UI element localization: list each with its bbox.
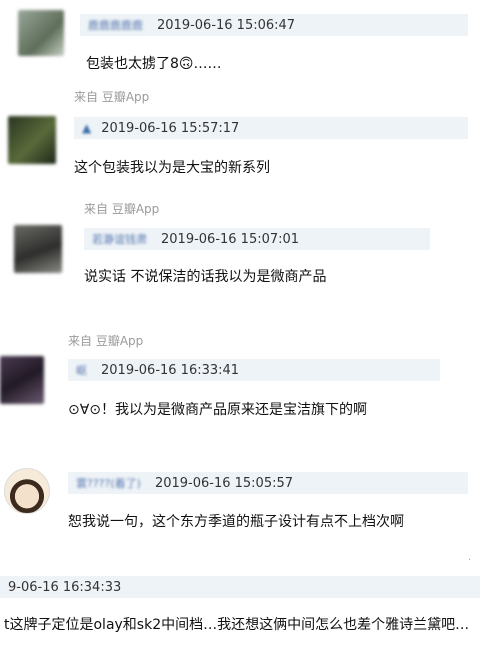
comment-timestamp: 9-06-16 16:34:33: [8, 579, 122, 595]
source-label: 来自 豆瓣App: [68, 334, 144, 348]
comment-text: 包装也太掳了8🙃……: [86, 56, 222, 72]
comment-text: 这个包装我以为是大宝的新系列: [74, 160, 270, 176]
comment-meta-bar: 若瀞谊钱肃 2019-06-16 15:07:01: [84, 228, 430, 250]
comment-timestamp: 2019-06-16 15:07:01: [161, 231, 300, 247]
comment-meta-bar: ▲ 2019-06-16 15:57:17: [74, 117, 468, 139]
comment-meta-bar: 鹿鹿鹿鹿鹿 2019-06-16 15:06:47: [80, 14, 468, 36]
comment-text: ⊙∀⊙！我以为是微商产品原来还是宝洁旗下的啊: [68, 402, 368, 418]
user-avatar[interactable]: [0, 356, 44, 404]
source-label: 来自 豆瓣App: [84, 202, 160, 216]
user-avatar[interactable]: [14, 225, 62, 273]
comment-meta-bar: 9-06-16 16:34:33: [0, 576, 480, 598]
username-link[interactable]: 岖: [76, 362, 87, 378]
username-link[interactable]: 鹿鹿鹿鹿鹿: [88, 17, 143, 33]
username-link[interactable]: 若瀞谊钱肃: [92, 231, 147, 247]
comment-timestamp: 2019-06-16 15:05:57: [154, 475, 294, 491]
comment-text: 恕我说一句，这个东方季道的瓶子设计有点不上档次啊: [68, 514, 404, 530]
user-avatar[interactable]: [4, 468, 50, 514]
comment-meta-bar: 岖 2019-06-16 16:33:41: [68, 359, 440, 381]
user-avatar[interactable]: [18, 10, 64, 56]
comment-timestamp: 2019-06-16 16:33:41: [101, 362, 240, 378]
comment-timestamp: 2019-06-16 15:57:17: [101, 120, 240, 136]
comment-timestamp: 2019-06-16 15:06:47: [157, 17, 296, 33]
corner-mark: .: [468, 552, 472, 563]
user-avatar[interactable]: [8, 116, 56, 164]
source-label: 来自 豆瓣App: [74, 90, 150, 104]
username-link[interactable]: 寰????(着了): [76, 475, 141, 491]
comment-meta-bar: 寰????(着了) 2019-06-16 15:05:57: [68, 472, 468, 494]
comment-text: 说实话 不说保洁的话我以为是微商产品: [84, 269, 327, 285]
comment-text: t这牌子定位是olay和sk2中间档…我还想这俩中间怎么也差个雅诗兰黛吧…: [4, 617, 470, 633]
username-link[interactable]: ▲: [82, 121, 91, 135]
